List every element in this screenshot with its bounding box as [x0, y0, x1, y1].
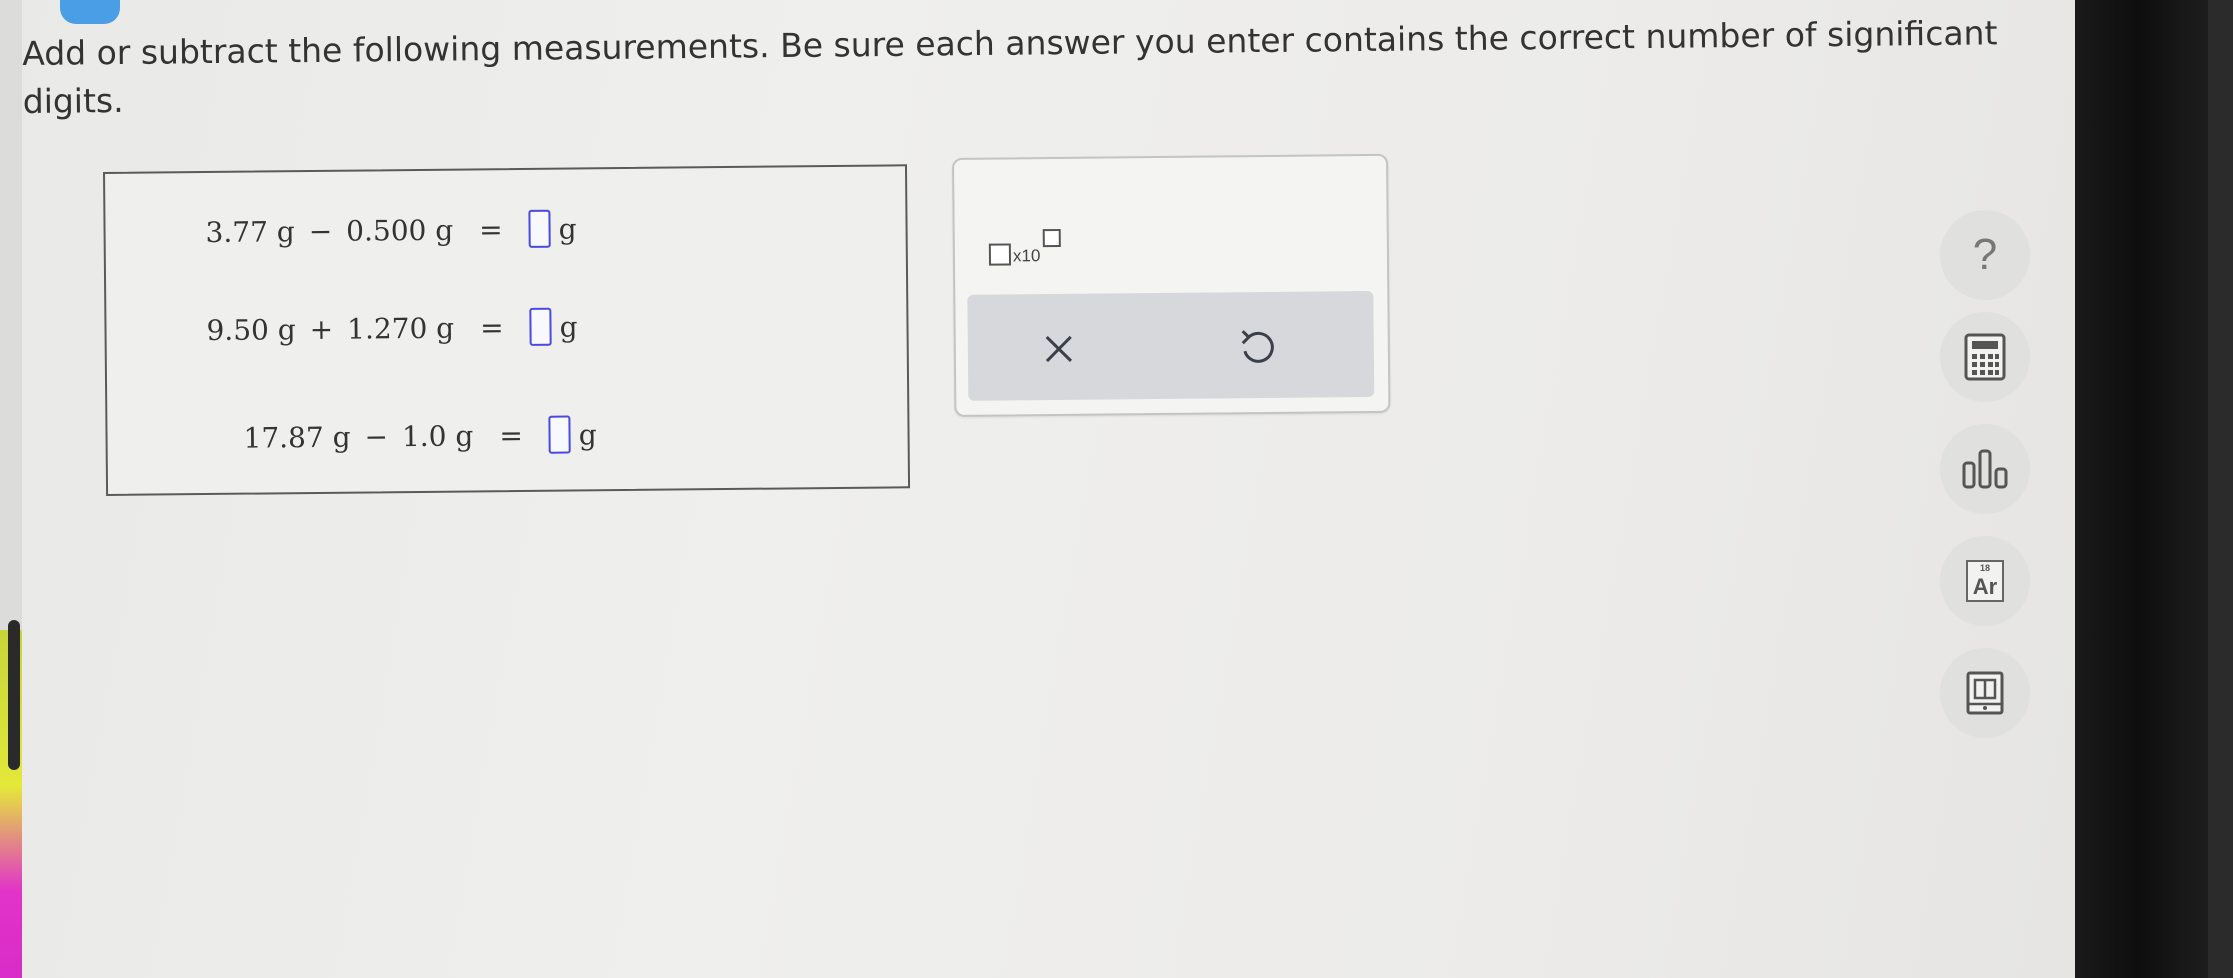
- reference-book-icon: [1966, 671, 2004, 715]
- x10-label: x10: [1012, 246, 1041, 266]
- equals-sign: =: [479, 212, 503, 246]
- equations-box: 3.77 g − 0.500 g = g 9.50 g + 1.270 g = …: [103, 164, 911, 496]
- periodic-table-icon: 18 Ar: [1966, 560, 2004, 602]
- answer-input-3[interactable]: [548, 415, 572, 454]
- scrollbar[interactable]: [8, 620, 20, 770]
- help-button[interactable]: ?: [1940, 210, 2030, 300]
- answer-input-2[interactable]: [529, 307, 552, 346]
- calculator-button[interactable]: [1940, 312, 2030, 402]
- operand-2: 1.0 g: [401, 418, 474, 453]
- operator: −: [308, 214, 333, 248]
- element-symbol: Ar: [1972, 574, 1998, 599]
- question-prompt: Add or subtract the following measuremen…: [22, 13, 1998, 121]
- operand-1: 9.50 g: [206, 312, 296, 347]
- operator: +: [309, 312, 334, 346]
- equals-sign: =: [499, 418, 523, 452]
- atomic-number: 18: [1979, 563, 1990, 573]
- exponent-box-icon: [1043, 228, 1062, 248]
- operand-1: 3.77 g: [205, 214, 295, 249]
- equation-1: 3.77 g − 0.500 g = g: [205, 209, 577, 251]
- undo-icon: [1241, 330, 1274, 363]
- calculator-icon: [1964, 333, 2006, 381]
- answer-unit: g: [558, 211, 577, 246]
- periodic-table-button[interactable]: 18 Ar: [1940, 536, 2030, 626]
- screen-bezel-edge: [2208, 0, 2233, 978]
- equation-2: 9.50 g + 1.270 g = g: [206, 307, 578, 349]
- scientific-notation-button[interactable]: x10: [988, 228, 1062, 266]
- data-button[interactable]: [1940, 424, 2030, 514]
- clear-button[interactable]: [1032, 322, 1087, 377]
- operand-2: 0.500 g: [346, 213, 454, 248]
- answer-unit: g: [559, 309, 578, 344]
- mantissa-box-icon: [988, 243, 1012, 266]
- operand-1: 17.87 g: [243, 420, 351, 455]
- collapse-chevron[interactable]: [60, 0, 120, 24]
- action-bar: [967, 290, 1375, 401]
- undo-button[interactable]: [1230, 320, 1285, 375]
- answer-unit: g: [578, 417, 597, 451]
- reference-button[interactable]: [1940, 648, 2030, 738]
- equals-sign: =: [479, 310, 504, 344]
- answer-tools-panel: x10: [952, 153, 1391, 417]
- help-icon: ?: [1972, 230, 1998, 279]
- answer-input-1[interactable]: [528, 209, 551, 248]
- operator: −: [364, 419, 389, 454]
- data-chart-icon: [1962, 449, 2008, 489]
- operand-2: 1.270 g: [346, 311, 455, 346]
- equation-3: 17.87 g − 1.0 g = g: [243, 415, 597, 456]
- clear-icon: [1045, 335, 1073, 363]
